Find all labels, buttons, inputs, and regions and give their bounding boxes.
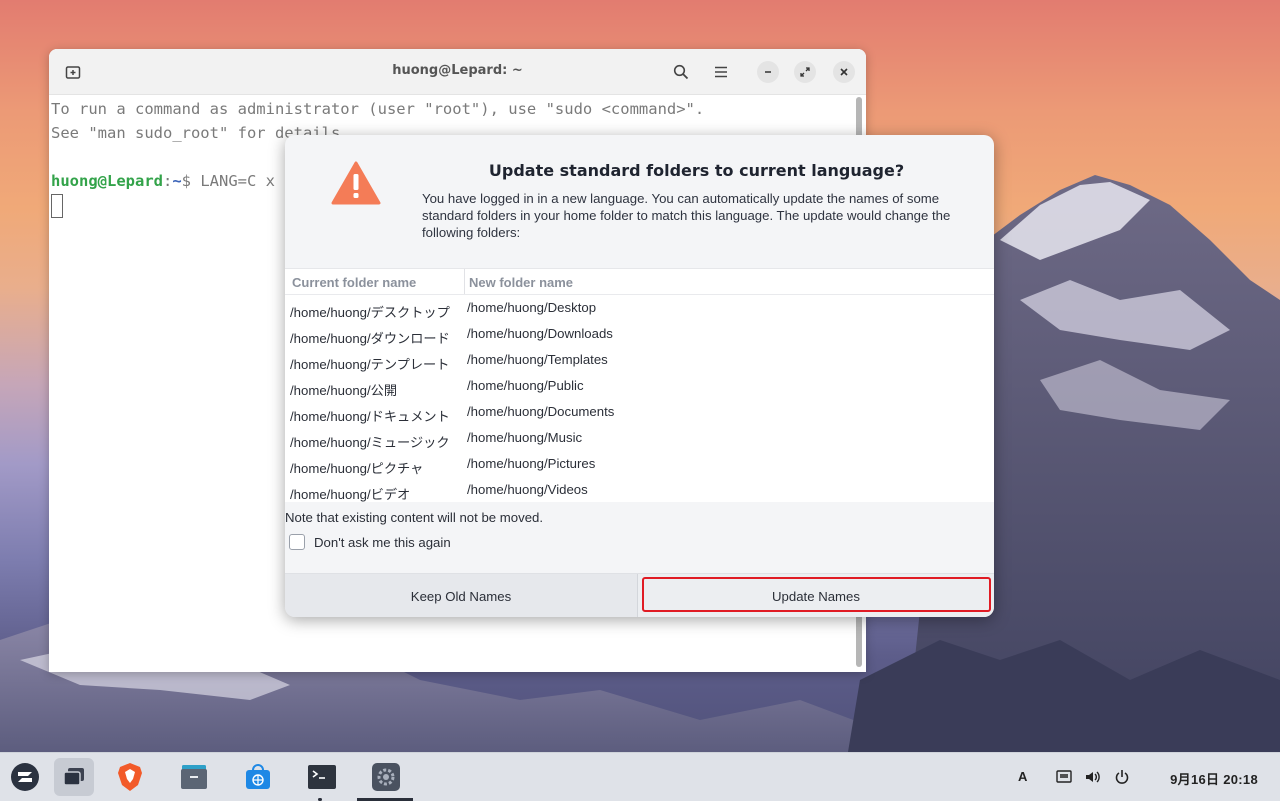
new-folder-cell: /home/huong/Music — [467, 430, 583, 445]
table-row[interactable]: /home/huong/テンプレート /home/huong/Templates — [285, 347, 994, 373]
dont-ask-again-row[interactable]: Don't ask me this again — [289, 534, 451, 550]
clock[interactable]: 9月16日 20:18 — [1170, 769, 1258, 788]
dont-ask-again-checkbox[interactable] — [289, 534, 305, 550]
dialog-description: You have logged in in a new language. Yo… — [422, 191, 951, 240]
current-folder-cell: /home/huong/テンプレート — [290, 357, 450, 372]
prompt-path: ~ — [172, 172, 182, 190]
power-icon[interactable] — [1114, 769, 1130, 785]
dont-ask-again-label[interactable]: Don't ask me this again — [314, 535, 451, 550]
table-row[interactable]: /home/huong/公開 /home/huong/Public — [285, 373, 994, 399]
search-icon[interactable] — [669, 60, 693, 84]
current-folder-cell: /home/huong/ダウンロード — [290, 331, 450, 346]
dialog-button-bar: Keep Old Names Update Names — [285, 573, 994, 617]
workspaces-button[interactable] — [54, 758, 94, 796]
new-folder-cell: /home/huong/Documents — [467, 404, 615, 419]
terminal-icon[interactable] — [306, 761, 338, 793]
new-folder-cell: /home/huong/Videos — [467, 482, 588, 497]
maximize-button[interactable] — [794, 61, 816, 83]
prompt-user: huong@Lepard — [51, 172, 163, 190]
current-folder-cell: /home/huong/ピクチャ — [290, 461, 424, 476]
files-icon[interactable] — [178, 761, 210, 793]
table-row[interactable]: /home/huong/ミュージック /home/huong/Music — [285, 425, 994, 451]
update-folders-dialog: Update standard folders to current langu… — [285, 135, 994, 617]
new-folder-cell: /home/huong/Templates — [467, 352, 608, 367]
terminal-titlebar[interactable]: huong@Lepard: ~ — [49, 49, 866, 95]
keep-old-names-button[interactable]: Keep Old Names — [285, 574, 638, 617]
hamburger-menu-icon[interactable] — [709, 60, 733, 84]
highlight-outline — [642, 577, 991, 612]
current-folder-cell: /home/huong/デスクトップ — [290, 305, 450, 320]
new-folder-cell: /home/huong/Downloads — [467, 326, 613, 341]
new-folder-cell: /home/huong/Desktop — [467, 300, 597, 315]
terminal-title: huong@Lepard: ~ — [392, 63, 523, 78]
current-folder-cell: /home/huong/ドキュメント — [290, 409, 450, 424]
current-folder-cell: /home/huong/公開 — [290, 383, 398, 398]
workspaces-icon — [63, 768, 84, 786]
table-row[interactable]: /home/huong/ビデオ /home/huong/Videos — [285, 477, 994, 503]
column-header-new[interactable]: New folder name — [469, 275, 573, 290]
new-folder-cell: /home/huong/Public — [467, 378, 584, 393]
dialog-note: Note that existing content will not be m… — [285, 510, 544, 525]
input-method-indicator[interactable]: A — [1018, 769, 1027, 784]
taskbar: A 9月16日 20:18 — [0, 752, 1280, 801]
column-header-current[interactable]: Current folder name — [292, 275, 416, 290]
network-wired-icon[interactable] — [1056, 769, 1072, 785]
zorin-menu-icon[interactable] — [9, 761, 41, 793]
column-divider — [464, 269, 465, 294]
close-button[interactable] — [833, 61, 855, 83]
prompt-separator: : — [162, 172, 173, 190]
settings-icon[interactable] — [370, 761, 402, 793]
current-folder-cell: /home/huong/ビデオ — [290, 487, 411, 502]
table-row[interactable]: /home/huong/ピクチャ /home/huong/Pictures — [285, 451, 994, 477]
table-row[interactable]: /home/huong/デスクトップ /home/huong/Desktop — [285, 295, 994, 321]
prompt-command: $ LANG=C x — [181, 172, 275, 190]
terminal-cursor — [51, 193, 63, 218]
table-header: Current folder name New folder name — [285, 269, 994, 295]
software-store-icon[interactable] — [242, 761, 274, 793]
current-folder-cell: /home/huong/ミュージック — [290, 435, 450, 450]
table-row[interactable]: /home/huong/ドキュメント /home/huong/Documents — [285, 399, 994, 425]
volume-icon[interactable] — [1084, 769, 1102, 785]
minimize-button[interactable] — [757, 61, 779, 83]
brave-browser-icon[interactable] — [114, 761, 146, 793]
update-names-button[interactable]: Update Names — [638, 574, 994, 617]
folder-table[interactable]: Current folder name New folder name /hom… — [285, 268, 994, 502]
new-folder-cell: /home/huong/Pictures — [467, 456, 596, 471]
keep-old-names-label: Keep Old Names — [410, 588, 512, 604]
dialog-title: Update standard folders to current langu… — [488, 161, 905, 180]
warning-icon — [331, 161, 381, 205]
table-row[interactable]: /home/huong/ダウンロード /home/huong/Downloads — [285, 321, 994, 347]
terminal-line: To run a command as administrator (user … — [51, 100, 705, 118]
